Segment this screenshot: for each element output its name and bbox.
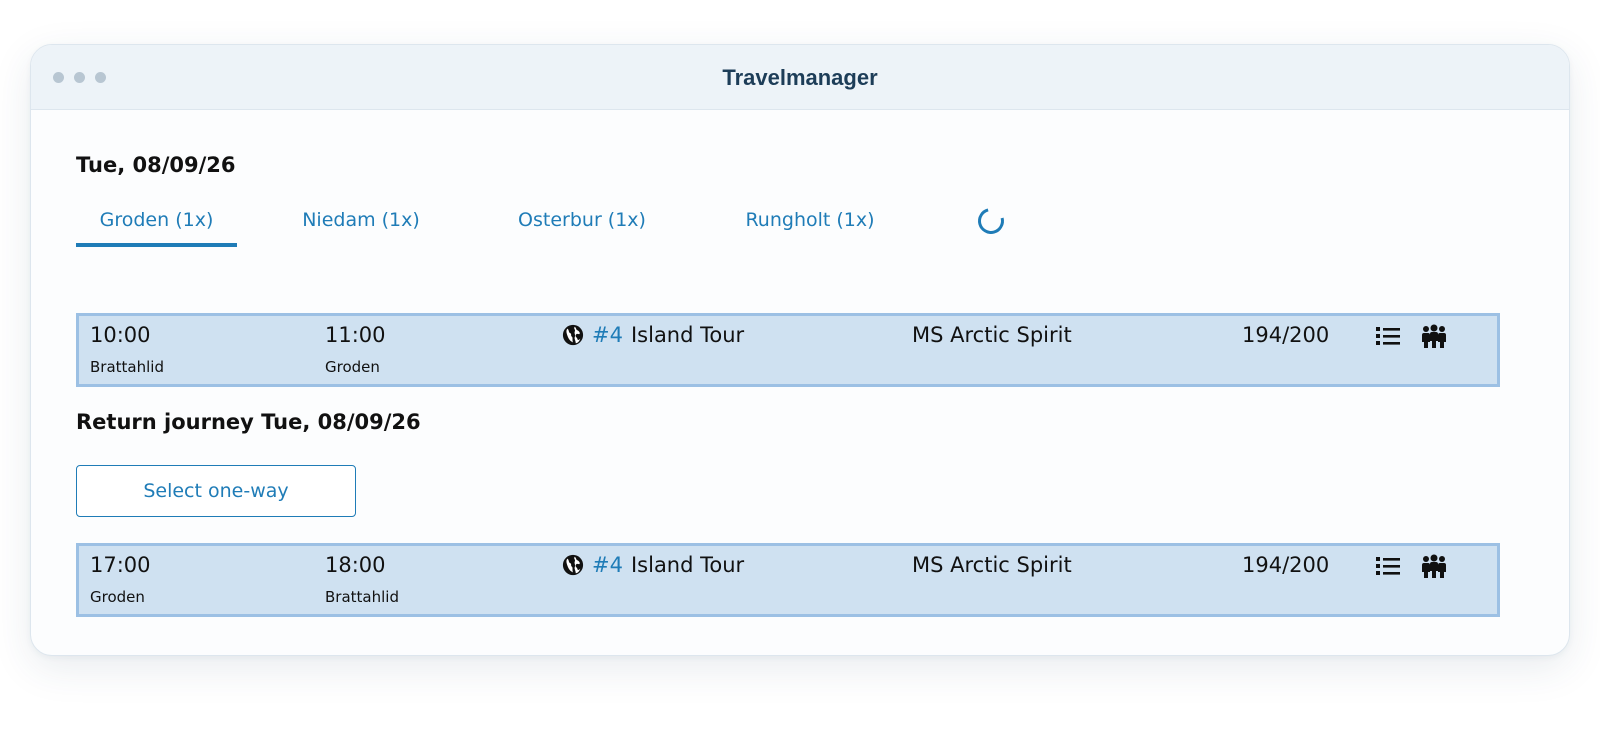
route-info: #4 Island Tour [562, 553, 744, 577]
select-one-way-button[interactable]: Select one-way [76, 465, 356, 517]
tab-niedam[interactable]: Niedam (1x) [286, 201, 436, 243]
list-icon[interactable] [1375, 554, 1401, 578]
route-name: Island Tour [630, 323, 745, 347]
arrive-time: 18:00 [325, 553, 386, 577]
people-icon[interactable] [1420, 323, 1448, 349]
depart-time: 10:00 [90, 323, 151, 347]
spinner-icon [973, 203, 1009, 239]
app-window: Travelmanager Tue, 08/09/26 Groden (1x) … [30, 44, 1570, 656]
arrive-time: 11:00 [325, 323, 386, 347]
capacity: 194/200 [1242, 553, 1330, 577]
outbound-date-heading: Tue, 08/09/26 [76, 153, 236, 177]
depart-time: 17:00 [90, 553, 151, 577]
destination-tabs: Groden (1x) Niedam (1x) Osterbur (1x) Ru… [76, 201, 1076, 249]
route-number: #4 [592, 553, 623, 577]
globe-icon [562, 554, 584, 576]
title-bar: Travelmanager [31, 45, 1569, 110]
return-date-heading: Return journey Tue, 08/09/26 [76, 410, 421, 434]
route-number: #4 [592, 323, 623, 347]
tab-groden[interactable]: Groden (1x) [76, 201, 237, 247]
tab-rungholt[interactable]: Rungholt (1x) [730, 201, 890, 243]
ship-name: MS Arctic Spirit [912, 553, 1072, 577]
depart-place: Groden [90, 588, 145, 606]
globe-icon [562, 324, 584, 346]
arrive-place: Brattahlid [325, 588, 399, 606]
list-icon[interactable] [1375, 324, 1401, 348]
return-trip-row[interactable]: 17:00 Groden 18:00 Brattahlid #4 Island … [76, 543, 1500, 617]
capacity: 194/200 [1242, 323, 1330, 347]
arrive-place: Groden [325, 358, 380, 376]
depart-place: Brattahlid [90, 358, 164, 376]
ship-name: MS Arctic Spirit [912, 323, 1072, 347]
outbound-trip-row[interactable]: 10:00 Brattahlid 11:00 Groden #4 Island … [76, 313, 1500, 387]
app-title: Travelmanager [722, 65, 878, 90]
people-icon[interactable] [1420, 553, 1448, 579]
tab-osterbur[interactable]: Osterbur (1x) [502, 201, 662, 243]
route-info: #4 Island Tour [562, 323, 744, 347]
route-name: Island Tour [630, 553, 745, 577]
